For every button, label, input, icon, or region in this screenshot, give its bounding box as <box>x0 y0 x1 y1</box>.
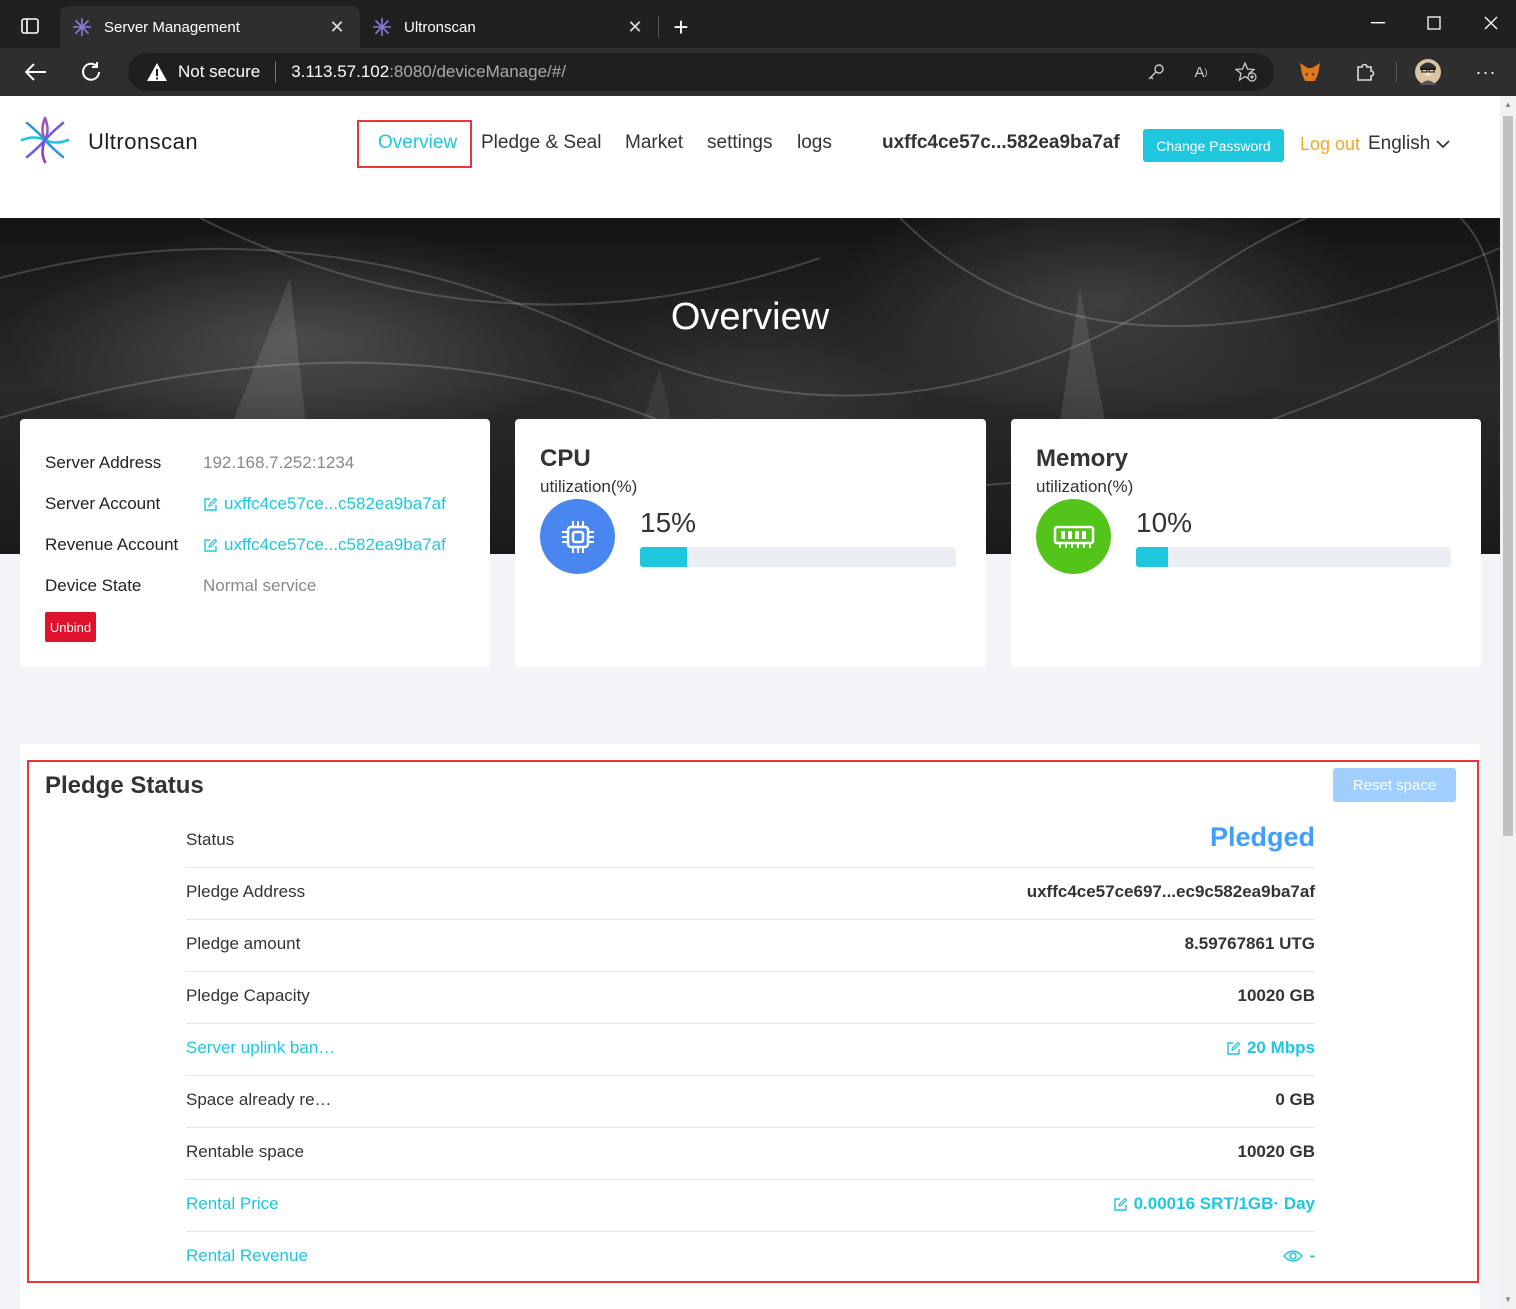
server-address-label: Server Address <box>45 453 162 472</box>
scroll-down-icon[interactable]: ▼ <box>1503 1295 1513 1305</box>
site-header: Ultronscan Overview Pledge & Seal Market… <box>0 96 1500 218</box>
server-account-label: Server Account <box>45 494 161 513</box>
maximize-icon[interactable] <box>1411 8 1457 38</box>
security-label[interactable]: Not secure <box>178 62 260 82</box>
tab-title: Server Management <box>104 18 240 36</box>
cpu-progress-fill <box>640 547 688 567</box>
metamask-fox-icon[interactable] <box>1295 58 1325 86</box>
back-icon[interactable] <box>18 56 54 88</box>
revenue-account-value: uxffc4ce57ce...c582ea9ba7af <box>224 535 446 554</box>
brand-name[interactable]: Ultronscan <box>88 129 198 155</box>
memory-progress-bar <box>1136 547 1451 567</box>
change-password-button[interactable]: Change Password <box>1143 129 1284 162</box>
nav-market[interactable]: Market <box>625 132 683 154</box>
memory-progress-fill <box>1136 547 1168 567</box>
tab-ultronscan[interactable]: Ultronscan ✕ <box>360 6 658 48</box>
tab-separator <box>658 16 659 38</box>
revenue-account-label: Revenue Account <box>45 535 179 554</box>
url-path: :8080/deviceManage/#/ <box>389 62 566 81</box>
ultronscan-favicon-icon <box>373 18 391 36</box>
close-window-icon[interactable] <box>1468 8 1514 38</box>
cpu-card: CPU utilization(%) 15% <box>515 419 986 667</box>
toolbar-separator <box>1396 62 1397 82</box>
key-icon[interactable] <box>1144 61 1168 83</box>
cpu-subtitle: utilization(%) <box>540 477 638 496</box>
memory-title: Memory <box>1036 445 1129 472</box>
warning-icon <box>147 63 167 81</box>
new-tab-icon[interactable]: + <box>666 12 696 42</box>
cpu-progress-bar <box>640 547 956 567</box>
refresh-icon[interactable] <box>73 56 109 88</box>
edit-icon <box>204 497 218 511</box>
unbind-button[interactable]: Unbind <box>45 612 96 642</box>
highlight-box-pledge-status <box>27 760 1479 1283</box>
ultronscan-logo-icon[interactable] <box>18 114 72 166</box>
memory-ram-icon <box>1036 499 1111 574</box>
cpu-chip-icon <box>540 499 615 574</box>
device-state-label: Device State <box>45 576 142 595</box>
server-account-value: uxffc4ce57ce...c582ea9ba7af <box>224 494 446 513</box>
profile-avatar-icon[interactable] <box>1413 58 1443 86</box>
close-tab-icon[interactable]: ✕ <box>624 16 646 38</box>
tab-title: Ultronscan <box>404 18 476 36</box>
address-separator <box>275 61 277 83</box>
cpu-percent: 15% <box>640 507 697 538</box>
address-bar[interactable]: Not secure 3.113.57.102:8080/deviceManag… <box>128 53 1274 91</box>
tab-actions-icon[interactable] <box>14 12 46 40</box>
memory-card: Memory utilization(%) 10% <box>1011 419 1481 667</box>
nav-settings[interactable]: settings <box>707 132 772 154</box>
tab-server-management[interactable]: Server Management ✕ <box>60 6 360 48</box>
minimize-icon[interactable] <box>1355 8 1401 38</box>
memory-percent: 10% <box>1136 507 1193 538</box>
server-info-card: Server Address 192.168.7.252:1234 Server… <box>20 419 490 667</box>
close-tab-icon[interactable]: ✕ <box>326 16 348 38</box>
memory-subtitle: utilization(%) <box>1036 477 1134 496</box>
language-select[interactable]: English <box>1368 133 1450 155</box>
cpu-title: CPU <box>540 445 591 472</box>
browser-toolbar: Not secure 3.113.57.102:8080/deviceManag… <box>0 48 1516 96</box>
favorite-star-icon[interactable] <box>1234 61 1258 83</box>
extensions-puzzle-icon[interactable] <box>1350 58 1380 86</box>
logout-link[interactable]: Log out <box>1300 134 1360 155</box>
nav-pledge-seal[interactable]: Pledge & Seal <box>481 132 601 154</box>
read-aloud-icon[interactable]: A) <box>1189 61 1213 83</box>
nav-logs[interactable]: logs <box>797 132 832 154</box>
scroll-up-icon[interactable]: ▲ <box>1503 100 1513 110</box>
server-account-link[interactable]: uxffc4ce57ce...c582ea9ba7af <box>203 494 446 514</box>
device-state-value: Normal service <box>203 576 317 595</box>
server-address-value: 192.168.7.252:1234 <box>203 453 355 472</box>
url-host: 3.113.57.102 <box>291 62 390 81</box>
language-label: English <box>1368 133 1431 154</box>
more-menu-icon[interactable]: ··· <box>1471 58 1501 86</box>
ultronscan-favicon-icon <box>73 18 91 36</box>
scrollbar-thumb[interactable] <box>1503 116 1513 836</box>
revenue-account-link[interactable]: uxffc4ce57ce...c582ea9ba7af <box>203 535 446 555</box>
nav-overview[interactable]: Overview <box>378 132 457 154</box>
edit-icon <box>204 538 218 552</box>
chevron-down-icon <box>1436 139 1450 148</box>
hero-title: Overview <box>670 296 830 338</box>
account-address: uxffc4ce57c...582ea9ba7af <box>882 132 1120 153</box>
page-scrollbar[interactable]: ▲ ▼ <box>1500 96 1516 1309</box>
browser-tab-bar: Server Management ✕ Ultronscan ✕ + <box>0 0 1516 48</box>
